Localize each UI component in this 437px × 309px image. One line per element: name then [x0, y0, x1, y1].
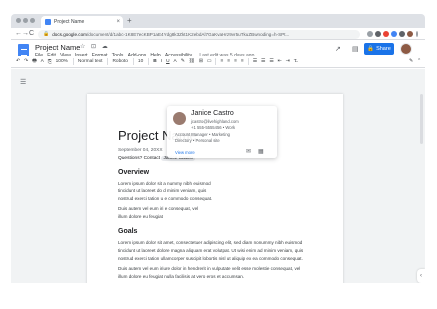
reload-icon[interactable]: C	[29, 29, 34, 39]
avatar[interactable]	[400, 43, 412, 55]
align-left-icon[interactable]: ≡	[220, 59, 223, 64]
align-center-icon[interactable]: ≡	[227, 59, 230, 64]
paragraph-line: Duis autem vel eum iri e consequat, vel	[118, 206, 199, 212]
lock-icon: 🔒	[43, 31, 50, 37]
contact-name: Janice Castro	[191, 110, 234, 117]
italic-icon[interactable]: I	[161, 59, 162, 64]
contact-prefix: Questions? Contact	[118, 155, 161, 161]
toolbar-divider	[247, 58, 249, 65]
increase-indent-icon[interactable]: ⇥	[286, 59, 290, 64]
bookmark-star-icon[interactable]	[375, 31, 381, 37]
profile-avatar-icon[interactable]	[407, 31, 413, 37]
undo-icon[interactable]: ↶	[16, 59, 20, 64]
toolbar-divider	[148, 58, 150, 65]
paragraph-line: nostrud exerci tation u e commodo conseq…	[118, 195, 213, 201]
spellcheck-icon[interactable]: A	[41, 59, 44, 64]
address-bar: ← → C 🔒 docs.google.com/document/d/1abc-…	[11, 28, 425, 40]
paragraph-line: nostrud exerci tation ullamcorper suscip…	[118, 255, 303, 261]
underline-icon[interactable]: U	[166, 59, 169, 64]
checklist-icon[interactable]: ☰	[261, 59, 265, 64]
browser-tab[interactable]: Project Name ×	[41, 16, 123, 28]
side-panel-chevron-icon[interactable]: ‹	[417, 269, 425, 283]
collapse-menus-icon[interactable]: ⌃	[417, 59, 421, 64]
redo-icon[interactable]: ↷	[24, 59, 28, 64]
back-icon[interactable]: ←	[15, 29, 22, 39]
toolbar-divider	[107, 58, 109, 65]
paragraph-line: Lorem ipsum dolor sit amet, consectetuer…	[118, 240, 303, 246]
goals-paragraph: Lorem ipsum dolor sit amet, consectetuer…	[118, 239, 314, 280]
image-icon[interactable]: ▭	[207, 59, 212, 64]
style-select[interactable]: Normal text	[78, 59, 103, 64]
extension-red-icon[interactable]	[383, 31, 389, 37]
font-size-select[interactable]: 10	[138, 59, 143, 64]
extension-blue-icon[interactable]	[391, 31, 397, 37]
new-tab-button[interactable]: +	[127, 16, 132, 26]
highlight-icon[interactable]: ✎	[181, 59, 185, 64]
docs-favicon-icon	[45, 19, 51, 25]
document-canvas: ☰ ‹ Project Name September 04, 20XX Ques…	[11, 69, 425, 283]
toolbar-divider	[72, 58, 74, 65]
editing-mode-icon[interactable]: ✎	[409, 59, 413, 64]
star-move-cloud-icon[interactable]: ☆ ⊡ ☁	[80, 43, 110, 50]
forward-icon[interactable]: →	[22, 29, 29, 39]
align-justify-icon[interactable]: ≡	[241, 59, 244, 64]
paragraph-line: Lorem ipsum dolor sit a nummy nibh euism…	[118, 180, 211, 186]
zoom-select[interactable]: 100%	[56, 59, 68, 64]
toolbar-divider	[215, 58, 217, 65]
decrease-indent-icon[interactable]: ⇤	[278, 59, 282, 64]
url-input[interactable]: 🔒 docs.google.com/document/d/1abc-1K8E7e…	[38, 29, 360, 39]
close-window-dot[interactable]	[16, 18, 21, 23]
comments-icon[interactable]: ▤	[352, 45, 359, 53]
contact-directory[interactable]: Directory • Personal site	[175, 138, 220, 143]
font-select[interactable]: Roboto	[112, 59, 127, 64]
browser-menu-icon[interactable]	[416, 31, 418, 37]
url-text: docs.google.com/document/d/1abc-1K8E7ecK…	[52, 31, 290, 37]
contact-phone: +1 555-5555456 • Work	[191, 124, 236, 130]
close-tab-icon[interactable]: ×	[116, 19, 123, 25]
share-button[interactable]: 🔒 Share	[364, 43, 394, 55]
share-label: Share	[376, 46, 391, 52]
contact-role: Account Manager • Marketing	[175, 132, 230, 137]
comment-add-icon[interactable]: ⊞	[199, 59, 203, 64]
clear-formatting-icon[interactable]: T̶	[294, 59, 297, 64]
line-spacing-icon[interactable]: ☰	[253, 59, 257, 64]
maximize-window-dot[interactable]	[30, 18, 35, 23]
text-color-icon[interactable]: A	[174, 59, 177, 64]
bullet-list-icon[interactable]: ☰	[269, 59, 273, 64]
person-hovercard: Janice Castro jcastro@livehighland.com +…	[167, 106, 277, 158]
bold-icon[interactable]: B	[153, 59, 156, 64]
paragraph-line: illum dolore eu feugiat	[118, 213, 163, 219]
view-more-link[interactable]: View more	[175, 150, 195, 155]
minimize-window-dot[interactable]	[23, 18, 28, 23]
overview-paragraph: Lorem ipsum dolor sit a nummy nibh euism…	[118, 180, 314, 221]
calendar-icon[interactable]: ▦	[258, 148, 264, 155]
lock-icon: 🔒	[367, 46, 375, 52]
contact-avatar	[173, 112, 186, 125]
tab-strip: Project Name × +	[11, 14, 425, 28]
mail-icon[interactable]: ✉	[246, 148, 251, 155]
link-icon[interactable]: ⛓	[189, 59, 195, 64]
paragraph-line: Duis autem vel eum iriure dolor in hendr…	[118, 266, 301, 272]
goals-heading: Goals	[118, 228, 138, 236]
paragraph-line: tincidunt ut laoreet dolore magna aliqua…	[118, 248, 304, 254]
scrollbar[interactable]	[420, 94, 423, 144]
extension-icon[interactable]	[367, 31, 373, 37]
paragraph-line: illum dolore eu feugiat nulla facilisis …	[118, 273, 245, 279]
toolbar-divider	[132, 58, 134, 65]
formatting-toolbar: ↶ ↷ 🖶 A ⎘ 100% Normal text Roboto 10 B I…	[11, 56, 425, 68]
outline-icon[interactable]: ☰	[20, 78, 26, 86]
contact-email[interactable]: jcastro@livehighland.com	[191, 119, 239, 124]
document-title[interactable]: Project Name	[35, 43, 80, 52]
align-right-icon[interactable]: ≡	[234, 59, 237, 64]
paragraph-line: tincidunt ut laoreet do d minim veniam, …	[118, 188, 207, 194]
activity-trend-icon[interactable]: ↗	[335, 45, 341, 53]
paint-format-icon[interactable]: ⎘	[48, 59, 52, 65]
overview-heading: Overview	[118, 168, 150, 176]
print-icon[interactable]: 🖶	[32, 58, 37, 66]
browser-window: Project Name × + ← → C 🔒 docs.google.com…	[11, 14, 425, 283]
tab-title: Project Name	[54, 19, 85, 25]
extensions-puzzle-icon[interactable]	[399, 31, 405, 37]
